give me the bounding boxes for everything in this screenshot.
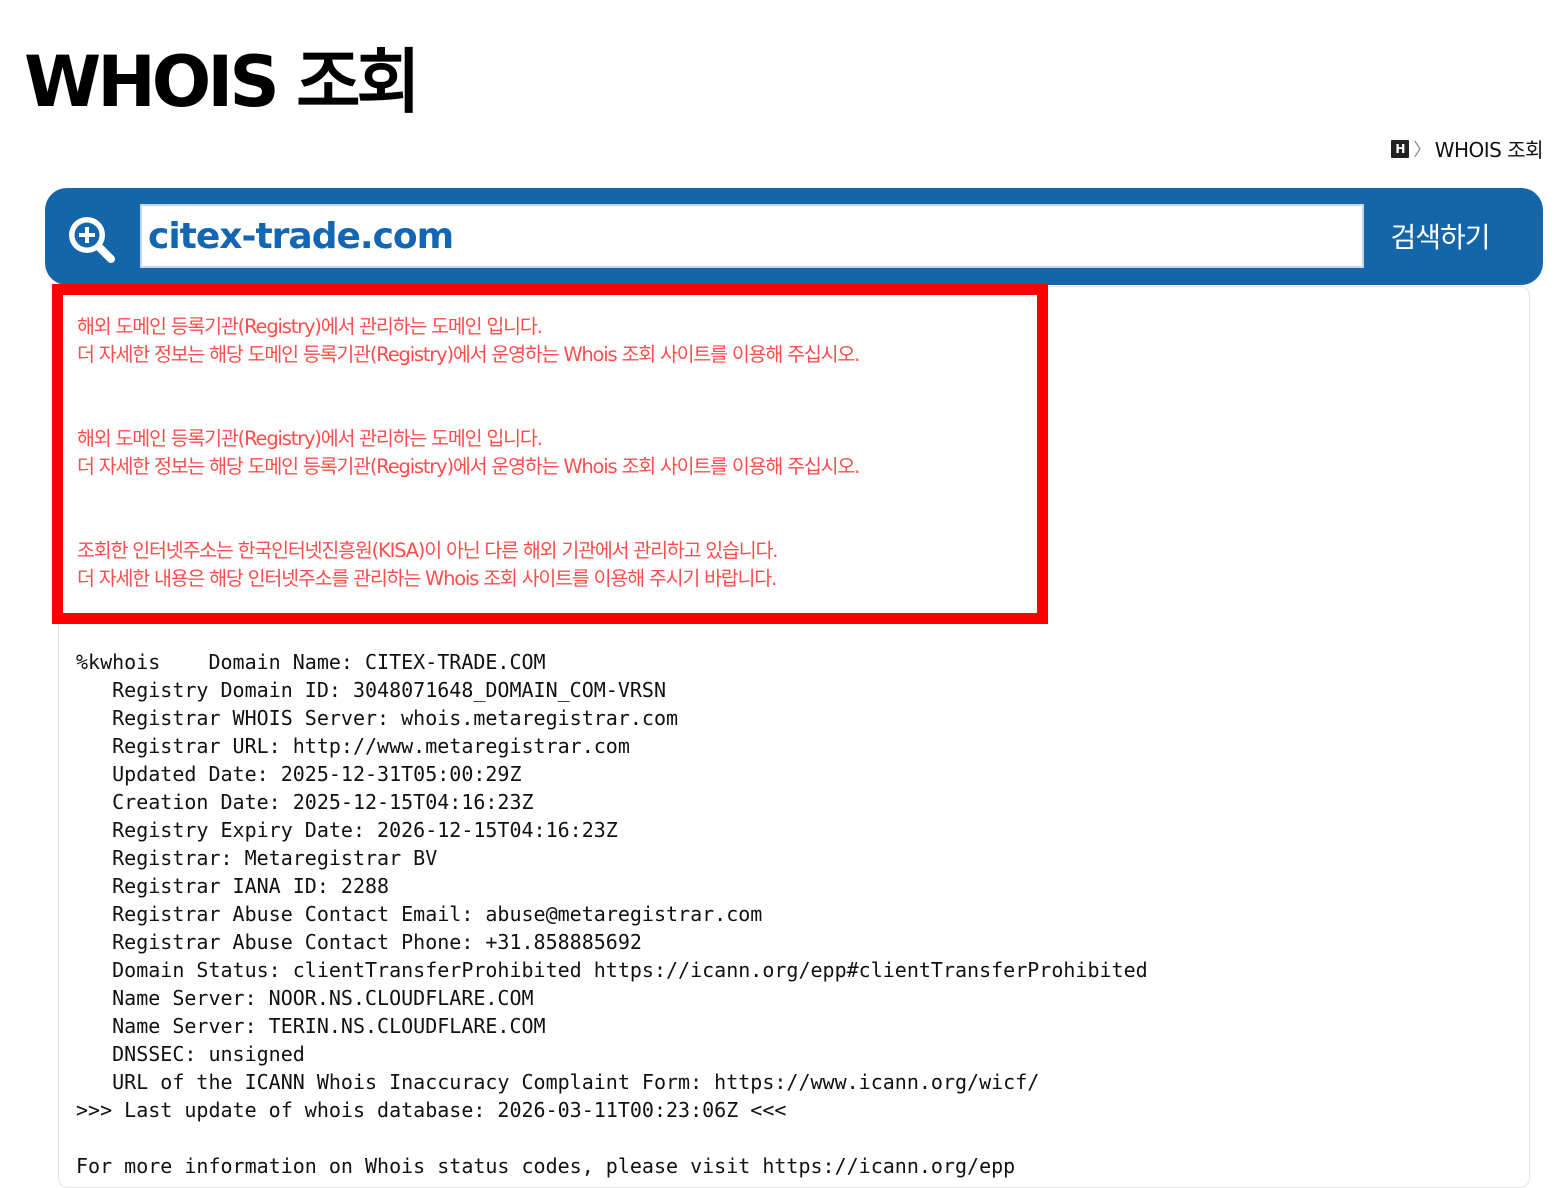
whois-line: DNSSEC: unsigned: [76, 1042, 305, 1066]
whois-line: >>> Last update of whois database: 2026-…: [76, 1098, 787, 1122]
whois-line: Name Server: NOOR.NS.CLOUDFLARE.COM: [76, 986, 534, 1010]
breadcrumb: H 〉 WHOIS 조회: [1391, 134, 1544, 163]
search-bar: 검색하기: [45, 188, 1543, 285]
breadcrumb-separator: 〉: [1413, 139, 1431, 161]
breadcrumb-current: WHOIS 조회: [1434, 138, 1544, 162]
whois-line: Registrar WHOIS Server: whois.metaregist…: [76, 706, 679, 730]
notice-line: 더 자세한 내용은 해당 인터넷주소를 관리하는 Whois 조회 사이트를 이…: [77, 567, 777, 590]
whois-line: Registrar: Metaregistrar BV: [76, 846, 438, 870]
whois-line: Registry Domain ID: 3048071648_DOMAIN_CO…: [76, 678, 667, 702]
whois-line: Registry Expiry Date: 2026-12-15T04:16:2…: [76, 818, 618, 842]
notice-line: 해외 도메인 등록기관(Registry)에서 관리하는 도메인 입니다.: [77, 315, 543, 338]
magnifier-plus-icon[interactable]: [65, 213, 117, 265]
notice-line: 조회한 인터넷주소는 한국인터넷진흥원(KISA)이 아닌 다른 해외 기관에서…: [77, 539, 778, 562]
search-input[interactable]: [140, 204, 1364, 268]
whois-line: Registrar Abuse Contact Phone: +31.85888…: [76, 930, 642, 954]
page-title: WHOIS 조회: [24, 41, 421, 123]
home-icon[interactable]: H: [1391, 139, 1410, 158]
whois-line: %kwhois Domain Name: CITEX-TRADE.COM: [76, 650, 546, 674]
notice-registry-1: 해외 도메인 등록기관(Registry)에서 관리하는 도메인 입니다. 더 …: [77, 313, 1023, 369]
whois-line: Updated Date: 2025-12-31T05:00:29Z: [76, 762, 522, 786]
notice-line: 더 자세한 정보는 해당 도메인 등록기관(Registry)에서 운영하는 W…: [77, 455, 860, 478]
whois-line: For more information on Whois status cod…: [76, 1154, 1016, 1178]
whois-output: %kwhois Domain Name: CITEX-TRADE.COM Reg…: [76, 648, 1148, 1180]
whois-line: Registrar IANA ID: 2288: [76, 874, 390, 898]
notice-box: 해외 도메인 등록기관(Registry)에서 관리하는 도메인 입니다. 더 …: [52, 284, 1048, 624]
whois-line: Domain Status: clientTransferProhibited …: [76, 958, 1148, 982]
whois-line: Creation Date: 2025-12-15T04:16:23Z: [76, 790, 534, 814]
notice-registry-2: 해외 도메인 등록기관(Registry)에서 관리하는 도메인 입니다. 더 …: [77, 425, 1023, 481]
whois-line: Registrar URL: http://www.metaregistrar.…: [76, 734, 630, 758]
notice-line: 해외 도메인 등록기관(Registry)에서 관리하는 도메인 입니다.: [77, 427, 543, 450]
notice-ip-kisa: 조회한 인터넷주소는 한국인터넷진흥원(KISA)이 아닌 다른 해외 기관에서…: [77, 537, 1023, 593]
whois-line: Registrar Abuse Contact Email: abuse@met…: [76, 902, 763, 926]
search-button[interactable]: 검색하기: [1375, 204, 1505, 268]
whois-line: [76, 1124, 1148, 1152]
whois-line: Name Server: TERIN.NS.CLOUDFLARE.COM: [76, 1014, 546, 1038]
whois-line: URL of the ICANN Whois Inaccuracy Compla…: [76, 1070, 1040, 1094]
notice-line: 더 자세한 정보는 해당 도메인 등록기관(Registry)에서 운영하는 W…: [77, 343, 860, 366]
